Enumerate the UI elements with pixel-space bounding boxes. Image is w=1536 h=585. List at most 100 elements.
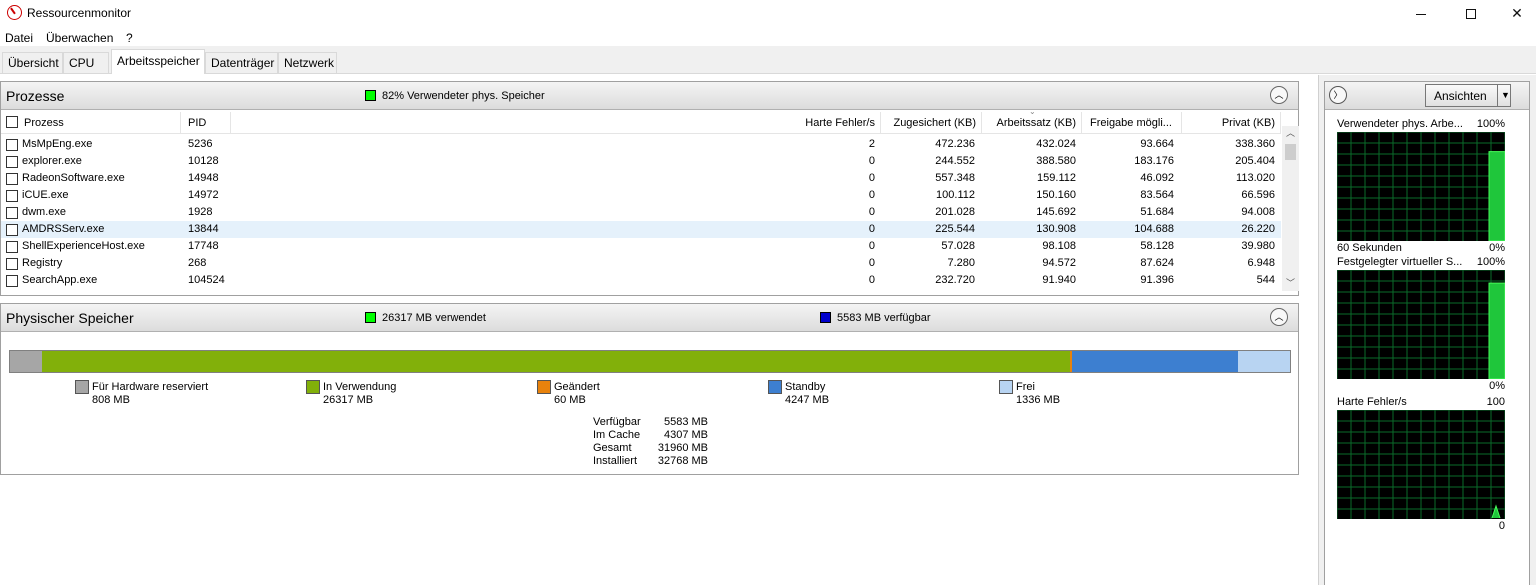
legend-swatch bbox=[306, 380, 320, 394]
process-shareable: 51.684 bbox=[1140, 206, 1174, 218]
process-commit: 557.348 bbox=[935, 172, 975, 184]
graph-pane: 〉 Ansichten ▼ Verwendeter phys. Arbe... 1… bbox=[1318, 75, 1536, 585]
process-name: ShellExperienceHost.exe bbox=[22, 240, 145, 252]
process-working-set: 432.024 bbox=[1036, 138, 1076, 150]
table-row[interactable]: AMDRSServ.exe 13844 0 225.544 130.908 104.688… bbox=[1, 221, 1281, 238]
table-row[interactable]: RadeonSoftware.exe 14948 0 557.348 159.112 46… bbox=[1, 170, 1281, 187]
table-row[interactable]: explorer.exe 10128 0 244.552 388.580 183.176 2… bbox=[1, 153, 1281, 170]
process-private: 205.404 bbox=[1235, 155, 1275, 167]
graph-series-fill bbox=[1488, 282, 1505, 379]
processes-panel: Prozesse 82% Verwendeter phys. Speicher … bbox=[0, 81, 1299, 296]
process-shareable: 91.396 bbox=[1140, 274, 1174, 286]
scrollbar-thumb[interactable] bbox=[1285, 144, 1296, 160]
column-pid[interactable]: PID bbox=[181, 112, 231, 134]
table-row[interactable]: Registry 268 0 7.280 94.572 87.624 6.948 bbox=[1, 255, 1281, 272]
row-checkbox[interactable] bbox=[6, 156, 18, 168]
legend-swatch bbox=[768, 380, 782, 394]
process-shareable: 46.092 bbox=[1140, 172, 1174, 184]
process-private: 6.948 bbox=[1247, 257, 1275, 269]
tab-cpu[interactable]: CPU bbox=[63, 52, 109, 73]
table-row[interactable]: dwm.exe 1928 0 201.028 145.692 51.684 94.008 bbox=[1, 204, 1281, 221]
graph-max: 100 bbox=[1486, 396, 1505, 408]
process-shareable: 87.624 bbox=[1140, 257, 1174, 269]
process-name: RadeonSoftware.exe bbox=[22, 172, 125, 184]
column-privat[interactable]: Privat (KB) bbox=[1182, 112, 1281, 134]
scroll-up-icon[interactable]: ︿ bbox=[1286, 126, 1295, 139]
process-pid: 104524 bbox=[188, 274, 225, 286]
collapse-icon[interactable]: ︿ bbox=[1270, 86, 1288, 104]
process-working-set: 130.908 bbox=[1036, 223, 1076, 235]
scroll-down-icon[interactable]: ﹀ bbox=[1286, 276, 1295, 289]
process-pid: 10128 bbox=[188, 155, 219, 167]
process-table: Prozess PID Harte Fehler/s Zugesichert (… bbox=[1, 110, 1299, 296]
used-memory-summary: 82% Verwendeter phys. Speicher bbox=[382, 90, 545, 102]
table-row[interactable]: iCUE.exe 14972 0 100.112 150.160 83.564 66.596 bbox=[1, 187, 1281, 204]
menu-help[interactable]: ? bbox=[126, 31, 133, 45]
tab-arbeitsspeicher[interactable]: Arbeitsspeicher bbox=[111, 49, 205, 74]
graph-min: 0 bbox=[1498, 520, 1505, 532]
row-checkbox[interactable] bbox=[6, 275, 18, 287]
row-checkbox[interactable] bbox=[6, 224, 18, 236]
process-private: 39.980 bbox=[1241, 240, 1275, 252]
process-commit: 7.280 bbox=[947, 257, 975, 269]
menu-datei[interactable]: Datei bbox=[5, 31, 33, 45]
process-commit: 57.028 bbox=[941, 240, 975, 252]
collapse-icon[interactable]: ︿ bbox=[1270, 308, 1288, 326]
menu-ueberwachen[interactable]: Überwachen bbox=[46, 31, 113, 45]
menu-bar: Datei Überwachen ? bbox=[0, 28, 1536, 46]
row-checkbox[interactable] bbox=[6, 207, 18, 219]
graph-title: Harte Fehler/s bbox=[1337, 396, 1407, 408]
process-private: 66.596 bbox=[1241, 189, 1275, 201]
processes-header[interactable]: Prozesse 82% Verwendeter phys. Speicher … bbox=[1, 82, 1298, 110]
tab-netzwerk[interactable]: Netzwerk bbox=[278, 52, 337, 73]
row-checkbox[interactable] bbox=[6, 173, 18, 185]
column-freigabe[interactable]: Freigabe mögli... bbox=[1082, 112, 1182, 134]
graph-plot bbox=[1337, 270, 1505, 379]
minimize-icon bbox=[1416, 13, 1426, 15]
views-dropdown-icon[interactable]: ▼ bbox=[1497, 84, 1511, 107]
graph-max: 100% bbox=[1476, 256, 1505, 268]
process-pid: 268 bbox=[188, 257, 207, 269]
maximize-button[interactable] bbox=[1448, 0, 1494, 27]
legend-value: 26317 MB bbox=[323, 394, 374, 406]
graph-min: 0% bbox=[1489, 380, 1505, 392]
available-swatch bbox=[820, 312, 831, 323]
memory-segment-standby bbox=[1071, 351, 1238, 372]
process-pid: 5236 bbox=[188, 138, 213, 150]
column-prozess[interactable]: Prozess bbox=[22, 112, 181, 134]
row-checkbox[interactable] bbox=[6, 139, 18, 151]
process-private: 113.020 bbox=[1236, 172, 1275, 184]
process-working-set: 94.572 bbox=[1042, 257, 1076, 269]
process-shareable: 93.664 bbox=[1140, 138, 1174, 150]
physical-memory-panel: Physischer Speicher 26317 MB verwendet 5… bbox=[0, 303, 1299, 475]
process-commit: 201.028 bbox=[935, 206, 975, 218]
vertical-scrollbar[interactable]: ︿ ﹀ bbox=[1282, 126, 1299, 291]
tab-datentraeger[interactable]: Datenträger bbox=[205, 52, 278, 73]
table-row[interactable]: ShellExperienceHost.exe 17748 0 57.028 98.10… bbox=[1, 238, 1281, 255]
close-button[interactable]: ✕ bbox=[1494, 0, 1536, 27]
legend-swatch bbox=[75, 380, 89, 394]
legend-value: 4247 MB bbox=[785, 394, 830, 406]
physical-memory-header[interactable]: Physischer Speicher 26317 MB verwendet 5… bbox=[1, 304, 1298, 332]
process-name: dwm.exe bbox=[22, 206, 67, 218]
column-harte-fehler[interactable]: Harte Fehler/s bbox=[231, 112, 881, 134]
select-all-checkbox[interactable] bbox=[6, 116, 18, 128]
tab-uebersicht[interactable]: Übersicht bbox=[2, 52, 63, 73]
table-row[interactable]: MsMpEng.exe 5236 2 472.236 432.024 93.664 338.… bbox=[1, 136, 1281, 153]
physical-memory-title: Physischer Speicher bbox=[6, 310, 134, 326]
stat-value: 32768 MB bbox=[657, 455, 708, 467]
memory-bar bbox=[9, 350, 1291, 373]
row-checkbox[interactable] bbox=[6, 258, 18, 270]
process-name: AMDRSServ.exe bbox=[22, 223, 105, 235]
expand-icon[interactable]: 〉 bbox=[1329, 86, 1347, 104]
used-swatch bbox=[365, 312, 376, 323]
row-checkbox[interactable] bbox=[6, 241, 18, 253]
process-pid: 17748 bbox=[188, 240, 219, 252]
memory-segment-in-use bbox=[41, 351, 1070, 372]
memory-segment-free bbox=[1237, 351, 1290, 372]
minimize-button[interactable] bbox=[1398, 0, 1444, 27]
column-zugesichert[interactable]: Zugesichert (KB) bbox=[881, 112, 982, 134]
table-row[interactable]: SearchApp.exe 104524 0 232.720 91.940 91.396 5… bbox=[1, 272, 1281, 289]
used-label: 26317 MB verwendet bbox=[382, 312, 486, 324]
row-checkbox[interactable] bbox=[6, 190, 18, 202]
